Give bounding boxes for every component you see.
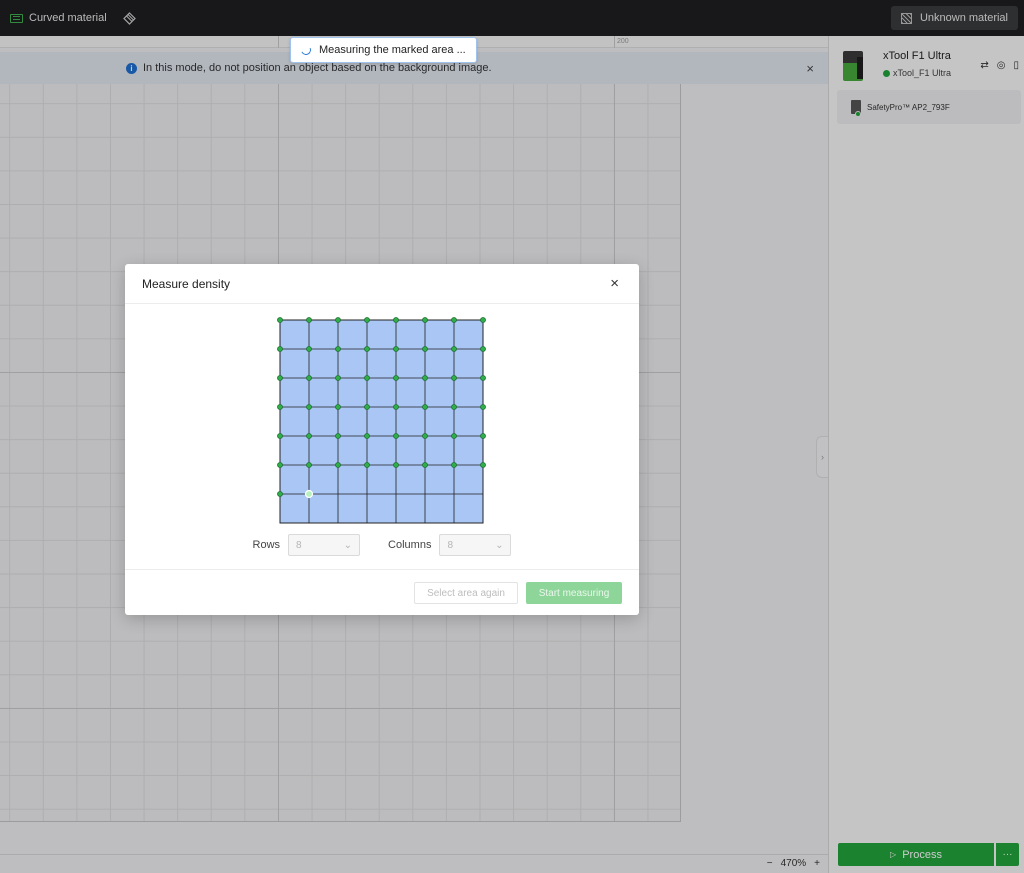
start-measuring-button[interactable]: Start measuring (526, 582, 622, 604)
dialog-footer: Select area again Start measuring (125, 569, 639, 615)
measure-point (393, 462, 399, 468)
measure-point (422, 346, 428, 352)
measure-point (393, 375, 399, 381)
measure-point (364, 317, 370, 323)
measure-point (422, 462, 428, 468)
measure-point (277, 346, 283, 352)
chevron-down-icon: ⌄ (343, 539, 353, 551)
measure-point (422, 375, 428, 381)
measure-point (335, 317, 341, 323)
measure-point (277, 375, 283, 381)
measure-point (451, 462, 457, 468)
measure-point (422, 404, 428, 410)
chevron-down-icon: ⌄ (495, 539, 504, 551)
measure-point (306, 462, 312, 468)
measure-point (393, 404, 399, 410)
measure-point (306, 317, 312, 323)
measure-point (277, 491, 283, 497)
dialog-header: Measure density (125, 264, 639, 304)
measure-point (364, 462, 370, 468)
measure-point (480, 404, 486, 410)
measure-point (422, 317, 428, 323)
measure-point (306, 433, 312, 439)
measure-point (335, 462, 341, 468)
measure-point (451, 433, 457, 439)
measure-point (451, 375, 457, 381)
dialog-title: Measure density (142, 276, 231, 291)
measure-point (451, 404, 457, 410)
rows-label: Rows (252, 539, 281, 551)
measure-point (480, 375, 486, 381)
measure-point (364, 346, 370, 352)
measure-point (335, 375, 341, 381)
measure-point (422, 433, 428, 439)
measure-point (480, 433, 486, 439)
measure-point (364, 375, 370, 381)
measure-point (277, 404, 283, 410)
measure-point (451, 346, 457, 352)
measure-point (393, 433, 399, 439)
columns-label: Columns (388, 539, 432, 551)
measurement-grid (277, 317, 486, 524)
measure-point (393, 317, 399, 323)
measure-point (306, 404, 312, 410)
measure-point (480, 317, 486, 323)
measure-point (335, 346, 341, 352)
measure-point (277, 317, 283, 323)
measure-point (480, 346, 486, 352)
rows-select[interactable]: 8 ⌄ (288, 534, 361, 556)
measure-point (480, 462, 486, 468)
measure-point (306, 375, 312, 381)
grid-controls: Rows 8 ⌄ Columns 8 ⌄ (125, 534, 639, 556)
toast-text: Measuring the marked area ... (319, 44, 466, 56)
measure-point (277, 462, 283, 468)
measure-point (335, 404, 341, 410)
measure-point (277, 433, 283, 439)
select-area-again-button[interactable]: Select area again (414, 582, 518, 604)
measure-point (335, 433, 341, 439)
measure-point (364, 433, 370, 439)
rows-value: 8 (296, 539, 302, 551)
measure-point (306, 346, 312, 352)
measure-point (451, 317, 457, 323)
current-measure-point (304, 489, 314, 499)
columns-select[interactable]: 8 ⌄ (439, 534, 512, 556)
measuring-toast: Measuring the marked area ... (290, 37, 477, 63)
measure-point (364, 404, 370, 410)
loading-spinner-icon (299, 43, 313, 57)
measure-point (393, 346, 399, 352)
close-icon[interactable]: × (610, 275, 619, 292)
measure-density-dialog: Measure density × Rows 8 ⌄ Columns 8 ⌄ S… (125, 264, 639, 615)
columns-value: 8 (447, 539, 454, 551)
